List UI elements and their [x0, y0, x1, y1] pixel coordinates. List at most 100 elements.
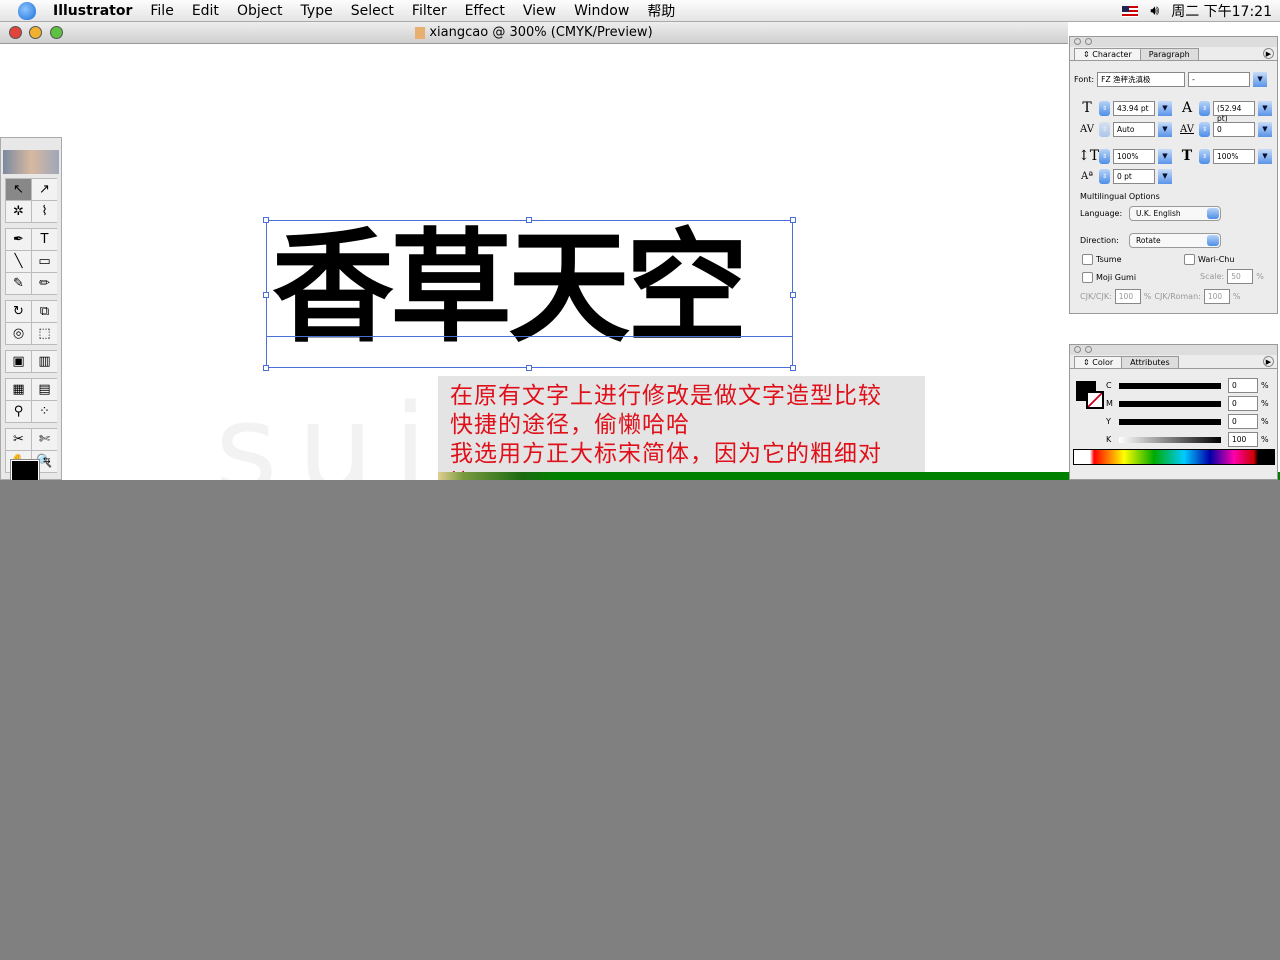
handle[interactable]: [790, 217, 796, 223]
tool-button[interactable]: ▦: [6, 379, 31, 400]
tsume-checkbox[interactable]: [1082, 254, 1093, 265]
menu-type[interactable]: Type: [292, 3, 342, 19]
handle[interactable]: [263, 365, 269, 371]
channel-slider[interactable]: [1119, 382, 1221, 389]
clock[interactable]: 周二 下午17:21: [1171, 1, 1272, 21]
close-button[interactable]: [9, 26, 22, 39]
stepper[interactable]: ⇕: [1099, 148, 1110, 164]
menu-effect[interactable]: Effect: [456, 3, 514, 19]
tool-button[interactable]: ⚲: [6, 401, 31, 422]
menu-filter[interactable]: Filter: [403, 3, 456, 19]
apple-menu-icon[interactable]: [18, 1, 36, 20]
leading-field[interactable]: (52.94 pt): [1213, 100, 1255, 123]
channel-value-field[interactable]: 100: [1228, 432, 1258, 447]
handle[interactable]: [526, 365, 532, 371]
tab-paragraph[interactable]: Paragraph: [1139, 48, 1199, 60]
handle[interactable]: [263, 292, 269, 298]
channel-value-field[interactable]: 0: [1228, 396, 1258, 411]
panel-collapse-button[interactable]: [1085, 346, 1092, 353]
tool-button[interactable]: ✎: [6, 273, 31, 294]
menu-edit[interactable]: Edit: [183, 3, 228, 19]
tool-button[interactable]: ⬚: [32, 323, 57, 344]
stepper[interactable]: ⇕: [1099, 100, 1110, 116]
menu-view[interactable]: View: [514, 3, 565, 19]
tool-button[interactable]: ✂: [6, 429, 31, 450]
input-flag-icon[interactable]: [1122, 5, 1139, 17]
tool-button[interactable]: ⧉: [32, 301, 57, 322]
tool-button[interactable]: ▭: [32, 251, 57, 272]
menu-window[interactable]: Window: [565, 3, 638, 19]
handle[interactable]: [790, 365, 796, 371]
panel-menu-icon[interactable]: ▶: [1263, 48, 1274, 59]
tool-button[interactable]: ▤: [32, 379, 57, 400]
font-style-dropdown[interactable]: ▼: [1253, 72, 1268, 87]
warichu-checkbox[interactable]: [1184, 254, 1195, 265]
tool-button[interactable]: T: [32, 229, 57, 250]
dropdown[interactable]: ▼: [1158, 100, 1172, 116]
menu-object[interactable]: Object: [228, 3, 292, 19]
baseline-shift-field[interactable]: 0 pt: [1113, 169, 1155, 184]
channel-slider[interactable]: [1119, 400, 1221, 407]
stepper[interactable]: ⇕: [1099, 122, 1110, 137]
stepper[interactable]: ⇕: [1099, 169, 1110, 184]
tool-button[interactable]: ✲: [6, 201, 31, 222]
font-size-field[interactable]: 43.94 pt: [1113, 100, 1155, 116]
handle[interactable]: [790, 292, 796, 298]
dropdown[interactable]: ▼: [1258, 100, 1272, 116]
menu-file[interactable]: File: [141, 3, 182, 19]
cjk-cjk-field[interactable]: 100: [1114, 289, 1141, 304]
direction-select[interactable]: Rotate: [1129, 233, 1221, 248]
tool-button[interactable]: ↻: [6, 301, 31, 322]
tracking-field[interactable]: 0: [1213, 122, 1255, 137]
panel-menu-icon[interactable]: ▶: [1263, 356, 1274, 367]
tool-button[interactable]: ◎: [6, 323, 31, 344]
stepper[interactable]: ⇕: [1199, 122, 1210, 137]
tab-color[interactable]: ⇕ Color: [1074, 356, 1123, 368]
tool-button[interactable]: ↖: [6, 179, 31, 200]
tool-button[interactable]: ⌇: [32, 201, 57, 222]
tool-button[interactable]: ✄: [32, 429, 57, 450]
handle[interactable]: [263, 217, 269, 223]
font-field[interactable]: FZ 渔秤洗滇极: [1097, 72, 1186, 87]
dropdown[interactable]: ▼: [1158, 148, 1172, 164]
fill-swatch[interactable]: [10, 459, 40, 480]
cjk-roman-field[interactable]: 100: [1203, 289, 1230, 304]
font-style-field[interactable]: -: [1188, 72, 1251, 87]
tool-button[interactable]: ✒: [6, 229, 31, 250]
channel-slider[interactable]: [1119, 418, 1221, 425]
tool-button[interactable]: ↗: [32, 179, 57, 200]
panel-close-button[interactable]: [1074, 38, 1081, 45]
color-spectrum-bar[interactable]: [1073, 449, 1275, 465]
dropdown[interactable]: ▼: [1158, 122, 1172, 137]
tab-character[interactable]: ⇕ Character: [1074, 48, 1141, 60]
stepper[interactable]: ⇕: [1199, 100, 1210, 116]
zoom-button[interactable]: [50, 26, 63, 39]
panel-collapse-button[interactable]: [1085, 38, 1092, 45]
channel-value-field[interactable]: 0: [1228, 414, 1258, 429]
selection-bounding-box[interactable]: [266, 220, 793, 368]
minimize-button[interactable]: [29, 26, 42, 39]
stepper[interactable]: ⇕: [1199, 148, 1210, 164]
channel-value-field[interactable]: 0: [1228, 378, 1258, 393]
scale-field[interactable]: 50: [1227, 269, 1254, 284]
panel-close-button[interactable]: [1074, 346, 1081, 353]
tool-button[interactable]: ▣: [6, 351, 31, 372]
tool-button[interactable]: ▥: [32, 351, 57, 372]
kerning-field[interactable]: Auto: [1113, 122, 1155, 137]
tab-attributes[interactable]: Attributes: [1121, 356, 1179, 368]
dropdown[interactable]: ▼: [1158, 169, 1172, 184]
horizontal-scale-field[interactable]: 100%: [1213, 148, 1255, 164]
volume-icon[interactable]: 🔊︎: [1150, 3, 1159, 19]
menu-illustrator[interactable]: Illustrator: [44, 3, 141, 19]
channel-slider[interactable]: [1119, 436, 1221, 443]
swap-colors-icon[interactable]: ⇆: [43, 456, 51, 466]
dropdown[interactable]: ▼: [1258, 148, 1272, 164]
vertical-scale-field[interactable]: 100%: [1113, 148, 1155, 164]
tool-button[interactable]: ✏: [32, 273, 57, 294]
tool-button[interactable]: ╲: [6, 251, 31, 272]
menu-select[interactable]: Select: [342, 3, 403, 19]
tool-button[interactable]: ⁘: [32, 401, 57, 422]
language-select[interactable]: U.K. English: [1129, 206, 1221, 221]
stroke-none-swatch[interactable]: [1086, 391, 1104, 409]
moji-gumi-checkbox[interactable]: [1082, 272, 1093, 283]
